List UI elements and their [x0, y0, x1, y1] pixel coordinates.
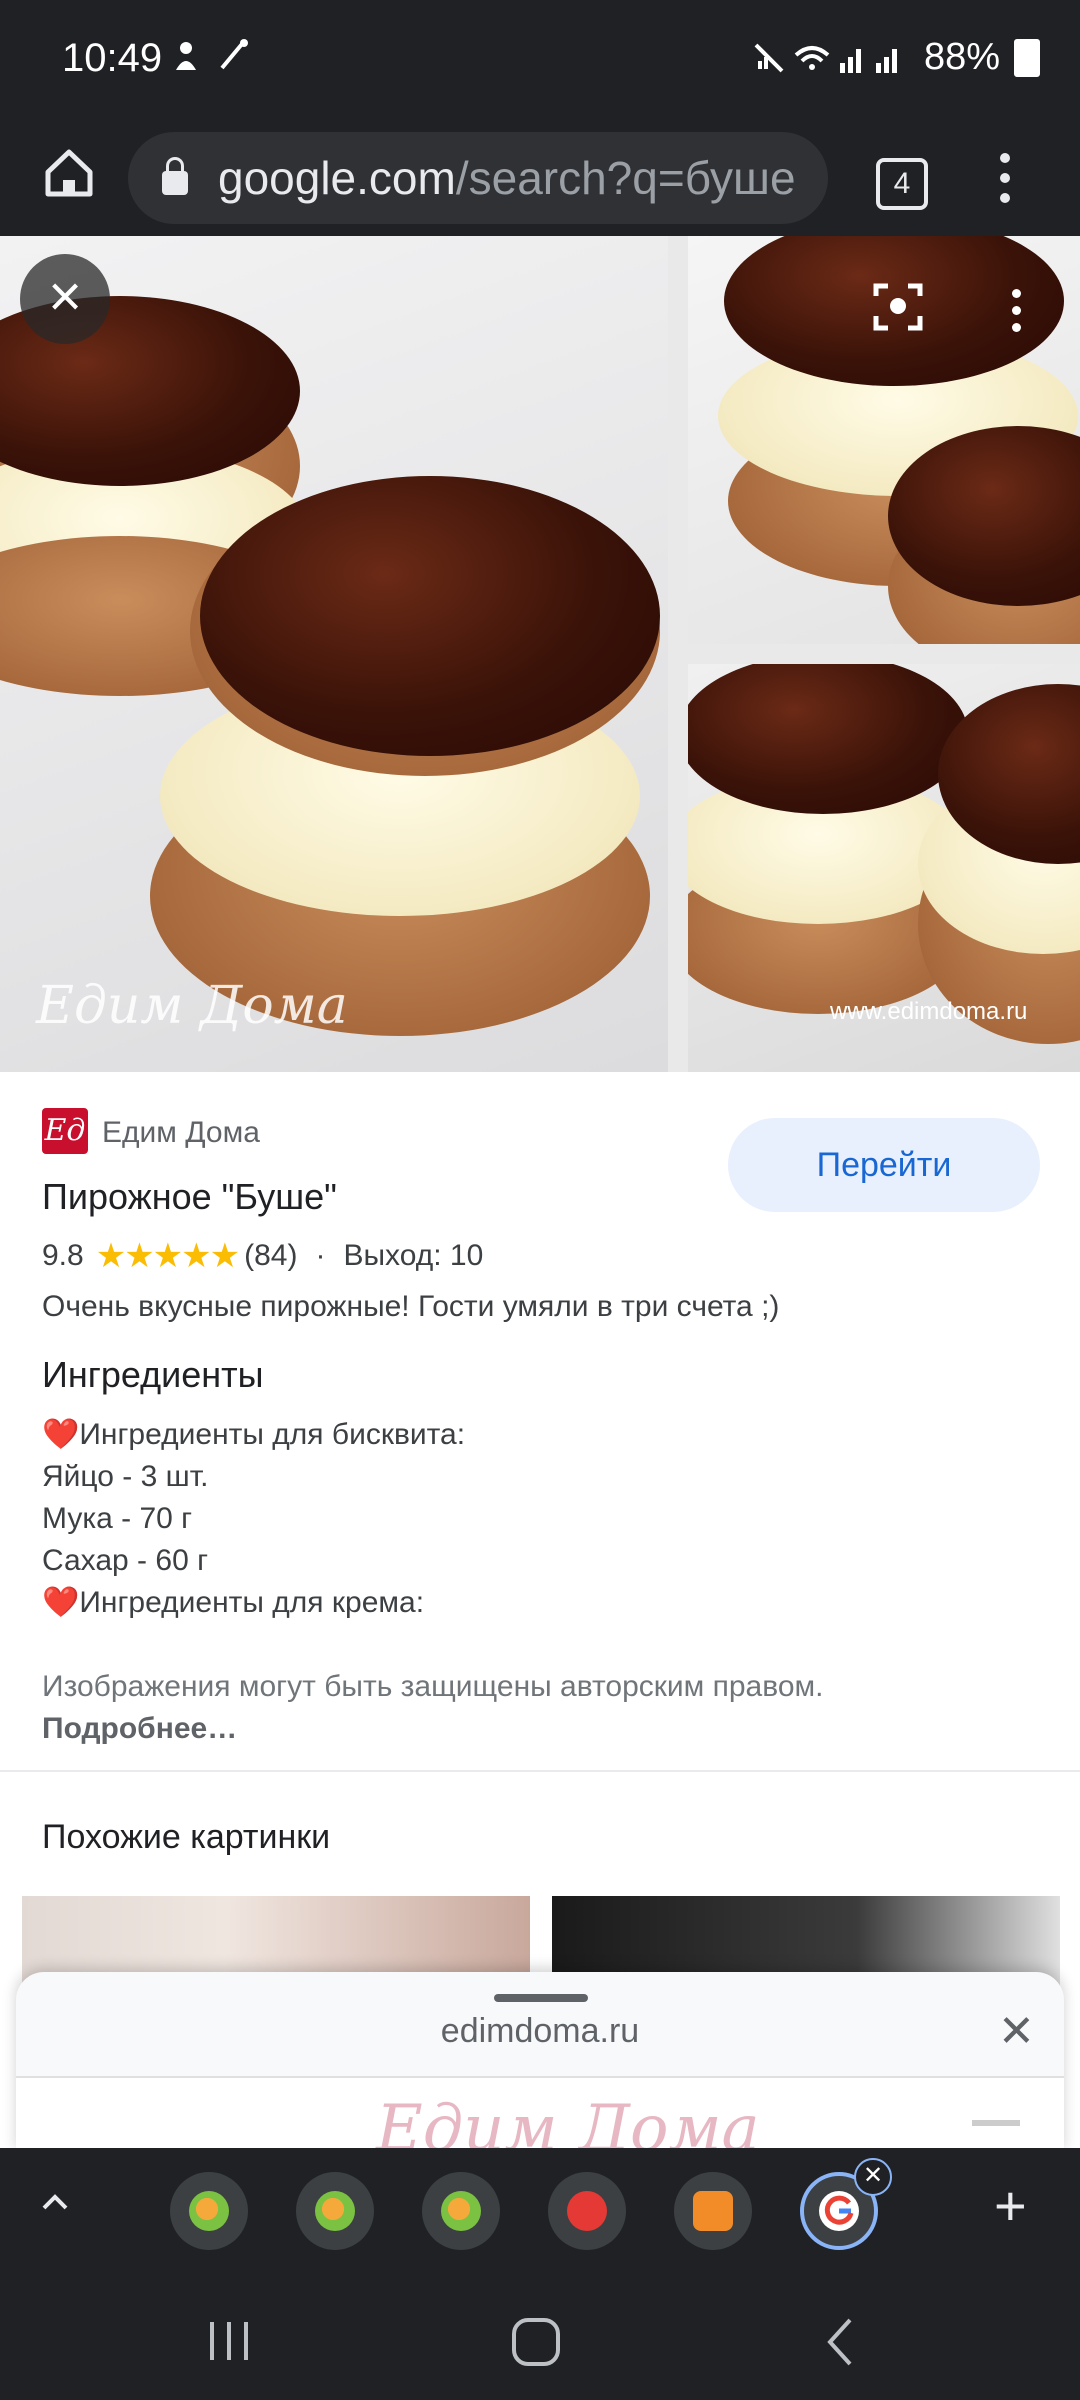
new-tab-button[interactable]: +: [994, 2178, 1027, 2234]
back-icon[interactable]: [820, 2314, 860, 2370]
sheet-close-button[interactable]: ✕: [998, 2010, 1035, 2054]
browser-toolbar: google.com/search?q=буше 4: [0, 120, 1080, 236]
home-nav-icon[interactable]: [508, 2314, 564, 2370]
notification-icons: [172, 38, 262, 83]
close-tab-icon[interactable]: ✕: [854, 2158, 892, 2196]
home-button[interactable]: [34, 138, 104, 208]
learn-more-link[interactable]: Подробнее…: [42, 1712, 237, 1745]
tab-favicon[interactable]: [548, 2172, 626, 2250]
battery-icon: [1014, 38, 1040, 77]
ingredient-line: Мука - 70 г: [42, 1502, 193, 1535]
ingredient-line: Сахар - 60 г: [42, 1544, 209, 1577]
image-more-button[interactable]: [1006, 280, 1026, 340]
image-preview: Едим Дома www.edimdoma.ru ×: [0, 236, 1080, 1072]
source-name[interactable]: Едим Дома: [102, 1116, 260, 1150]
tab-strip: ✕ +: [0, 2148, 1080, 2274]
heart-icon: ❤️: [42, 1586, 80, 1619]
preview-sheet[interactable]: edimdoma.ru ✕ Едим Дома: [16, 1972, 1064, 2152]
signal-wifi-icon: [754, 43, 897, 73]
url-bar[interactable]: google.com/search?q=буше: [128, 132, 828, 224]
ingredient-line: ❤️Ингредиенты для бисквита:: [42, 1418, 466, 1451]
site-logo: Едим Дома: [376, 2092, 760, 2152]
tab-favicon[interactable]: [674, 2172, 752, 2250]
review-count: (84): [244, 1239, 298, 1272]
sheet-url: edimdoma.ru: [440, 2012, 640, 2050]
tab-favicon[interactable]: [296, 2172, 374, 2250]
url-text[interactable]: google.com/search?q=буше: [218, 151, 796, 205]
rating-value: 9.8: [42, 1239, 84, 1272]
visit-button[interactable]: Перейти: [728, 1118, 1040, 1212]
tab-favicon[interactable]: [170, 2172, 248, 2250]
heart-icon: ❤️: [42, 1418, 80, 1451]
system-nav-bar: [0, 2274, 1080, 2400]
lens-button[interactable]: [868, 276, 928, 336]
recent-apps-icon[interactable]: [204, 2318, 254, 2364]
result-description: Очень вкусные пирожные! Гости умяли в тр…: [42, 1290, 780, 1323]
star-rating-icon: ★★★★★: [95, 1237, 240, 1275]
site-watermark: www.edimdoma.ru: [830, 998, 1028, 1025]
main-image[interactable]: Едим Дома: [0, 236, 668, 1072]
copyright-notice: Изображения могут быть защищены авторски…: [42, 1670, 824, 1745]
ingredients-list: ❤️Ингредиенты для бисквита: Яйцо - 3 шт.…: [42, 1414, 465, 1624]
lens-icon: [873, 283, 923, 331]
rating-line: 9.8 ★★★★★ (84) · Выход: 10: [42, 1236, 483, 1276]
clock: 10:49: [62, 36, 163, 80]
expand-tabs-button[interactable]: [40, 2188, 70, 2218]
ingredient-line: ❤️Ингредиенты для крема:: [42, 1586, 425, 1619]
browser-menu-button[interactable]: [990, 138, 1020, 218]
lock-icon: [162, 157, 188, 195]
status-right: 88%: [750, 36, 1040, 79]
source-logo: Ед: [42, 1108, 88, 1154]
ingredients-heading: Ингредиенты: [42, 1354, 264, 1395]
notification-person-icon: [176, 39, 248, 70]
sheet-page-preview: Едим Дома: [16, 2076, 1064, 2152]
menu-icon: [972, 2120, 1020, 2126]
google-icon: [824, 2195, 854, 2225]
divider: [0, 1770, 1080, 1772]
battery-percent: 88%: [923, 36, 1000, 78]
tab-favicon[interactable]: [422, 2172, 500, 2250]
side-image-bottom[interactable]: www.edimdoma.ru: [688, 664, 1080, 1072]
ingredient-line: Яйцо - 3 шт.: [42, 1460, 209, 1493]
status-bar: 10:49 88%: [0, 0, 1080, 120]
close-image-button[interactable]: ×: [20, 254, 110, 344]
similar-images-heading: Похожие картинки: [42, 1818, 331, 1856]
chevron-up-icon: [42, 2194, 68, 2210]
home-icon: [45, 149, 93, 197]
separator: ·: [315, 1239, 326, 1272]
sheet-drag-handle[interactable]: [494, 1994, 588, 2002]
yield: Выход: 10: [343, 1239, 484, 1272]
tab-switcher-button[interactable]: 4: [876, 158, 928, 210]
image-watermark: Едим Дома: [36, 976, 348, 1036]
result-title[interactable]: Пирожное "Буше": [42, 1176, 337, 1218]
